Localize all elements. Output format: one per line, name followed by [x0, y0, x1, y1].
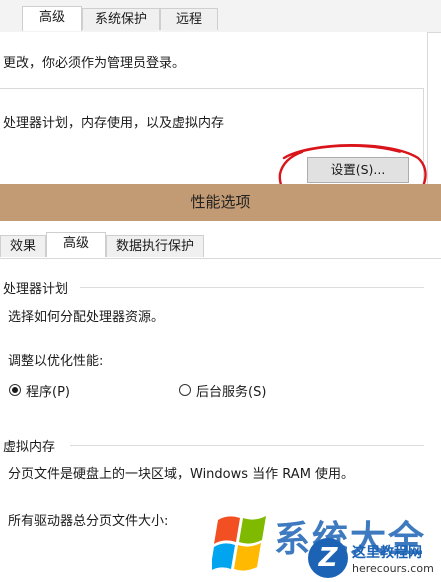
- site-badge-icon: Z: [308, 538, 348, 578]
- virtual-memory-section-title: 虚拟内存: [3, 440, 56, 455]
- tab-data-execution-prevention[interactable]: 数据执行保护: [106, 235, 204, 257]
- site-url: herecours.com: [352, 562, 434, 575]
- processor-section-title: 处理器计划: [3, 282, 69, 297]
- tab-advanced[interactable]: 高级: [46, 232, 106, 257]
- tab-remote[interactable]: 远程: [160, 8, 218, 30]
- performance-options-tabbar: 效果 高级 数据执行保护: [0, 232, 441, 259]
- performance-options-titlebar[interactable]: 性能选项: [0, 184, 441, 221]
- background-services-radio-label[interactable]: 后台服务(S): [196, 381, 266, 400]
- watermark: 系统大全 Z 这里教程网 herecours.com: [212, 508, 441, 582]
- window-title: 性能选项: [190, 193, 251, 211]
- tab-system-protection[interactable]: 系统保护: [82, 8, 160, 30]
- background-services-radio[interactable]: [179, 384, 191, 396]
- admin-notice: 更改，你必须作为管理员登录。: [3, 56, 186, 71]
- tab-visual-effects[interactable]: 效果: [0, 235, 46, 257]
- tab-advanced[interactable]: 高级: [22, 6, 82, 31]
- programs-radio[interactable]: [9, 384, 21, 396]
- section-divider: [70, 445, 424, 446]
- total-paging-size-label: 所有驱动器总分页文件大小:: [8, 514, 169, 529]
- paging-file-description: 分页文件是硬盘上的一块区域，Windows 当作 RAM 使用。: [8, 467, 355, 482]
- programs-radio-label[interactable]: 程序(P): [26, 381, 70, 400]
- processor-description: 选择如何分配处理器资源。: [8, 310, 165, 325]
- performance-description: 处理器计划，内存使用，以及虚拟内存: [3, 116, 225, 131]
- section-divider: [80, 287, 424, 288]
- optimize-label: 调整以优化性能:: [8, 354, 104, 369]
- system-properties-tabbar: 高级 系统保护 远程: [0, 0, 441, 33]
- site-title: 这里教程网: [352, 545, 422, 561]
